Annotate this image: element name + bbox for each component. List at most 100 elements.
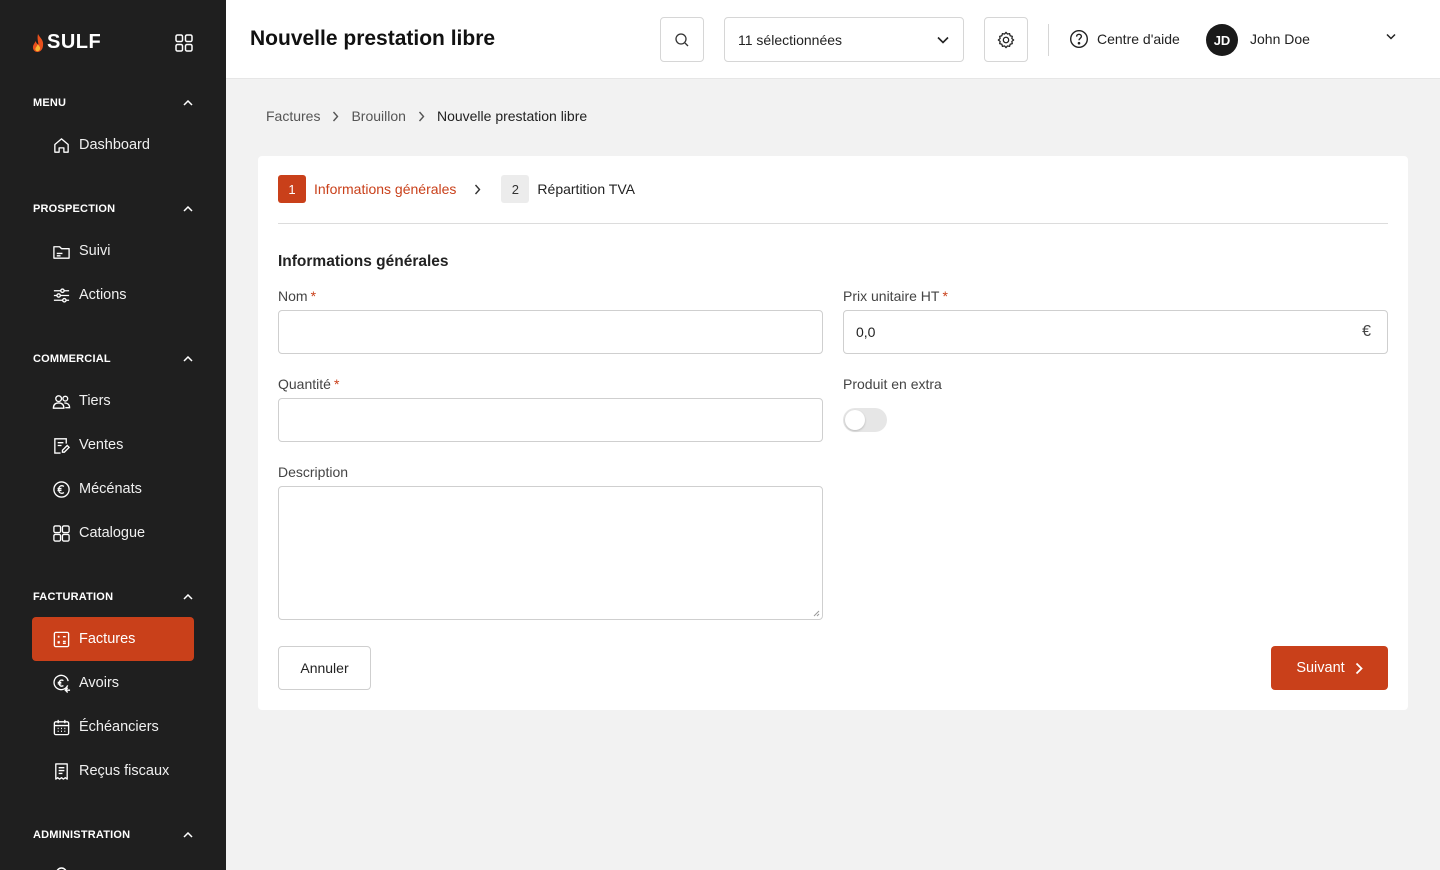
- user-menu-chevron-down-icon[interactable]: [1386, 33, 1396, 40]
- selection-dropdown[interactable]: 11 sélectionnées: [724, 17, 964, 62]
- invoice-icon: [53, 631, 70, 647]
- breadcrumb: Factures Brouillon Nouvelle prestation l…: [266, 108, 587, 124]
- section-prospection[interactable]: PROSPECTION: [33, 203, 193, 215]
- section-facturation-title: FACTURATION: [33, 591, 114, 603]
- stepper: 1 Informations générales 2 Répartition T…: [278, 175, 635, 203]
- cancel-button[interactable]: Annuler: [278, 646, 371, 690]
- chevron-up-icon: [183, 356, 193, 362]
- logo-text: SULF: [47, 31, 102, 53]
- page-title: Nouvelle prestation libre: [250, 27, 496, 50]
- chevron-up-icon: [183, 100, 193, 106]
- sidebar: SULF MENU Dashboard PROSPECTION Suivi Ac…: [0, 0, 226, 870]
- form-card: 1 Informations générales 2 Répartition T…: [258, 156, 1408, 710]
- chevron-up-icon: [183, 594, 193, 600]
- extra-toggle[interactable]: [843, 408, 887, 432]
- step-2-label[interactable]: Répartition TVA: [537, 181, 635, 197]
- sidebar-item-label: Factures: [79, 631, 136, 647]
- sidebar-item-label: Suivi: [79, 243, 111, 259]
- description-label: Description: [278, 464, 349, 480]
- apps-grid-icon[interactable]: [175, 34, 193, 52]
- section-administration[interactable]: ADMINISTRATION: [33, 829, 193, 841]
- description-textarea[interactable]: [278, 486, 823, 620]
- section-menu[interactable]: MENU: [33, 97, 193, 109]
- topbar-divider: [1048, 24, 1049, 56]
- chevron-up-icon: [183, 832, 193, 838]
- required-asterisk: *: [333, 376, 340, 392]
- sidebar-item-label: Actions: [79, 287, 127, 303]
- truncated-nav-icon: [56, 867, 67, 870]
- section-administration-title: ADMINISTRATION: [33, 829, 131, 841]
- euro-refund-icon: [53, 674, 71, 693]
- nom-label: Nom *: [278, 288, 316, 304]
- prix-input-value: 0,0: [856, 324, 876, 340]
- breadcrumb-current: Nouvelle prestation libre: [436, 108, 588, 124]
- toggle-knob: [845, 410, 865, 430]
- quantite-label: Quantité *: [278, 376, 339, 392]
- step-1-number[interactable]: 1: [278, 175, 306, 203]
- section-facturation[interactable]: FACTURATION: [33, 591, 193, 603]
- step-1-label[interactable]: Informations générales: [314, 181, 456, 197]
- calendar-icon: [53, 719, 70, 735]
- chevron-down-icon: [937, 36, 949, 44]
- sidebar-item-label: Catalogue: [79, 525, 146, 541]
- search-button[interactable]: [660, 17, 704, 62]
- sidebar-item-label: Mécénats: [79, 481, 142, 497]
- avatar[interactable]: JD: [1206, 24, 1238, 56]
- extra-label: Produit en extra: [843, 376, 942, 392]
- search-icon: [675, 32, 689, 46]
- quantite-input[interactable]: [278, 398, 823, 442]
- chevron-up-icon: [183, 206, 193, 212]
- euro-currency-icon: €: [1362, 323, 1371, 340]
- prix-label: Prix unitaire HT *: [843, 288, 948, 304]
- settings-button[interactable]: [984, 17, 1028, 62]
- sidebar-item-catalogue[interactable]: Catalogue: [32, 511, 194, 555]
- quantite-label-text: Quantité: [278, 376, 331, 392]
- help-center-label: Centre d'aide: [1097, 31, 1180, 47]
- chevron-right-icon: [475, 184, 481, 194]
- breadcrumb-item-factures[interactable]: Factures: [266, 108, 320, 124]
- sidebar-item-mecenats[interactable]: Mécénats: [32, 467, 194, 511]
- step-separator: [474, 184, 481, 195]
- sidebar-item-factures[interactable]: Factures: [32, 617, 194, 661]
- sidebar-item-echeanciers[interactable]: Échéanciers: [32, 705, 194, 749]
- euro-circle-icon: [53, 480, 70, 498]
- breadcrumb-item-brouillon[interactable]: Brouillon: [351, 108, 405, 124]
- sidebar-item-dashboard[interactable]: Dashboard: [32, 123, 194, 167]
- user-name[interactable]: John Doe: [1250, 31, 1310, 47]
- folder-icon: [53, 245, 70, 259]
- selection-dropdown-value: 11 sélectionnées: [738, 31, 843, 48]
- grid-icon: [53, 524, 70, 542]
- next-button-label: Suivant: [1296, 660, 1345, 676]
- step-2-number[interactable]: 2: [501, 175, 530, 203]
- chevron-right-icon: [418, 111, 425, 121]
- section-prospection-title: PROSPECTION: [33, 203, 116, 215]
- required-asterisk: *: [310, 288, 317, 304]
- logo[interactable]: SULF: [31, 31, 101, 54]
- chevron-right-icon: [1355, 662, 1363, 674]
- receipt-icon: [55, 762, 68, 780]
- help-circle-icon: [1069, 29, 1089, 49]
- sidebar-item-avoirs[interactable]: Avoirs: [32, 661, 194, 705]
- help-center-link[interactable]: Centre d'aide: [1069, 29, 1180, 49]
- sidebar-item-recus-fiscaux[interactable]: Reçus fiscaux: [32, 749, 194, 793]
- sidebar-item-tiers[interactable]: Tiers: [32, 379, 194, 423]
- users-icon: [52, 394, 71, 409]
- sidebar-item-ventes[interactable]: Ventes: [32, 423, 194, 467]
- sidebar-item-label: Avoirs: [79, 675, 120, 691]
- sidebar-item-suivi[interactable]: Suivi: [32, 229, 194, 273]
- nom-input[interactable]: [278, 310, 823, 354]
- resize-handle-icon[interactable]: [813, 610, 820, 617]
- sidebar-item-label: Tiers: [79, 393, 111, 409]
- required-asterisk: *: [942, 288, 948, 304]
- chevron-right-icon: [333, 111, 339, 121]
- prix-input[interactable]: 0,0 €: [843, 310, 1388, 354]
- flame-logo-icon: [32, 33, 44, 52]
- section-commercial[interactable]: COMMERCIAL: [33, 353, 193, 365]
- next-button[interactable]: Suivant: [1271, 646, 1388, 690]
- edit-document-icon: [54, 437, 71, 454]
- sidebar-item-actions[interactable]: Actions: [32, 273, 194, 317]
- sidebar-item-label: Reçus fiscaux: [79, 763, 170, 779]
- gear-icon: [997, 31, 1015, 48]
- sidebar-item-label: Échéanciers: [79, 719, 159, 735]
- section-commercial-title: COMMERCIAL: [33, 353, 111, 365]
